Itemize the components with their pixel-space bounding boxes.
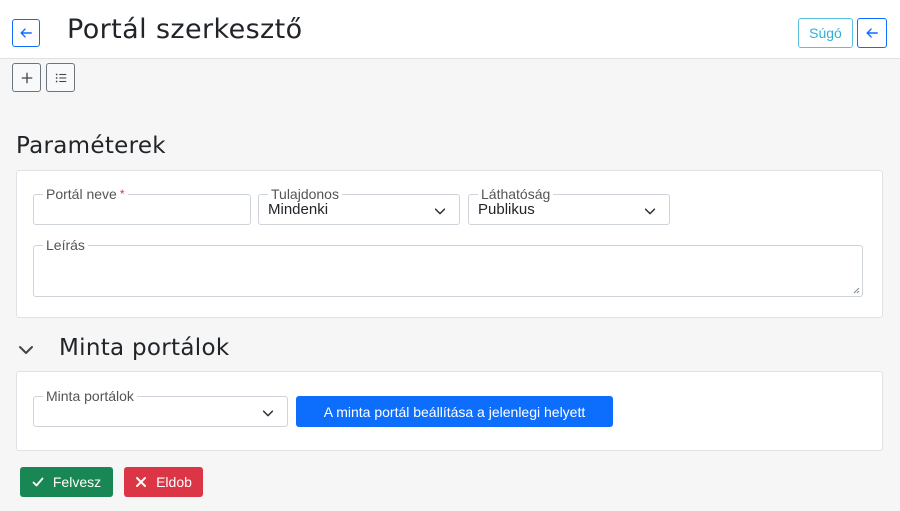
back-button-right[interactable] bbox=[857, 18, 887, 48]
portal-name-field[interactable]: Portál neve * bbox=[33, 185, 251, 225]
collapse-chevron-icon[interactable] bbox=[16, 340, 36, 360]
portal-name-label: Portál neve * bbox=[43, 185, 128, 203]
chevron-down-icon bbox=[434, 208, 446, 215]
chevron-down-icon bbox=[262, 410, 274, 417]
page-title: Portál szerkesztő bbox=[67, 14, 303, 45]
help-button[interactable]: Súgó bbox=[798, 18, 853, 48]
sample-portal-select[interactable]: Minta portálok bbox=[33, 387, 288, 427]
list-button[interactable] bbox=[46, 63, 75, 92]
list-icon bbox=[55, 73, 66, 82]
description-label: Leírás bbox=[43, 236, 88, 254]
save-label: Felvesz bbox=[52, 474, 102, 490]
save-button[interactable]: Felvesz bbox=[20, 467, 113, 497]
description-textarea[interactable]: Leírás bbox=[33, 236, 863, 297]
resize-handle-icon[interactable] bbox=[852, 286, 860, 294]
check-icon bbox=[32, 477, 44, 487]
parameters-heading: Paraméterek bbox=[16, 133, 166, 159]
visibility-select[interactable]: Láthatóság Publikus bbox=[468, 185, 670, 225]
parameters-card: Portál neve * Tulajdonos Mindenki Látható… bbox=[16, 170, 883, 318]
discard-button[interactable]: Eldob bbox=[124, 467, 203, 497]
sample-portals-card: Minta portálok A minta portál beállítása… bbox=[16, 371, 883, 451]
plus-icon bbox=[21, 72, 32, 83]
visibility-value: Publikus bbox=[478, 201, 535, 218]
apply-sample-button[interactable]: A minta portál beállítása a jelenlegi he… bbox=[296, 396, 613, 427]
owner-select[interactable]: Tulajdonos Mindenki bbox=[258, 185, 460, 225]
close-icon bbox=[136, 477, 147, 487]
arrow-left-icon bbox=[866, 28, 878, 38]
owner-value: Mindenki bbox=[268, 201, 329, 218]
back-button[interactable] bbox=[12, 19, 40, 47]
discard-label: Eldob bbox=[156, 474, 192, 490]
chevron-down-icon bbox=[644, 208, 656, 215]
add-button[interactable] bbox=[12, 63, 41, 92]
page-header: Portál szerkesztő Súgó bbox=[0, 0, 900, 59]
sample-portals-heading[interactable]: Minta portálok bbox=[59, 335, 229, 361]
arrow-left-icon bbox=[20, 28, 32, 38]
sample-portal-label: Minta portálok bbox=[43, 387, 137, 405]
required-mark: * bbox=[119, 187, 125, 201]
